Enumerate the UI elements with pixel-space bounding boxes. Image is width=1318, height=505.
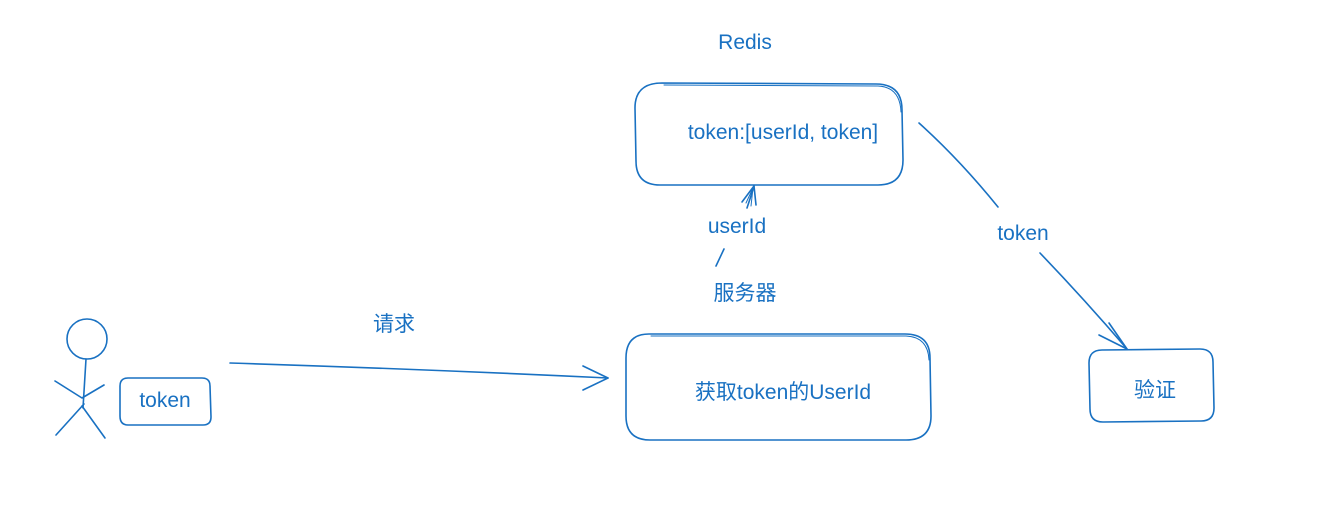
stick-figure-icon (54, 318, 108, 439)
server-content: 获取token的UserId (694, 381, 872, 404)
redis-content: token:[userId, token] (687, 121, 879, 144)
client-token-label: token (139, 389, 191, 412)
verify-content: 验证 (1134, 379, 1176, 402)
diagram-canvas: Redis token:[userId, token] userId token… (0, 0, 1318, 505)
edge-label-token: token (997, 222, 1049, 245)
diagram-strokes (54, 82, 1215, 441)
edge-label-userid: userId (707, 215, 767, 238)
server-title: 服务器 (713, 282, 777, 305)
redis-title: Redis (718, 31, 772, 54)
request-arrow (229, 362, 609, 391)
edge-label-request: 请求 (373, 313, 415, 336)
